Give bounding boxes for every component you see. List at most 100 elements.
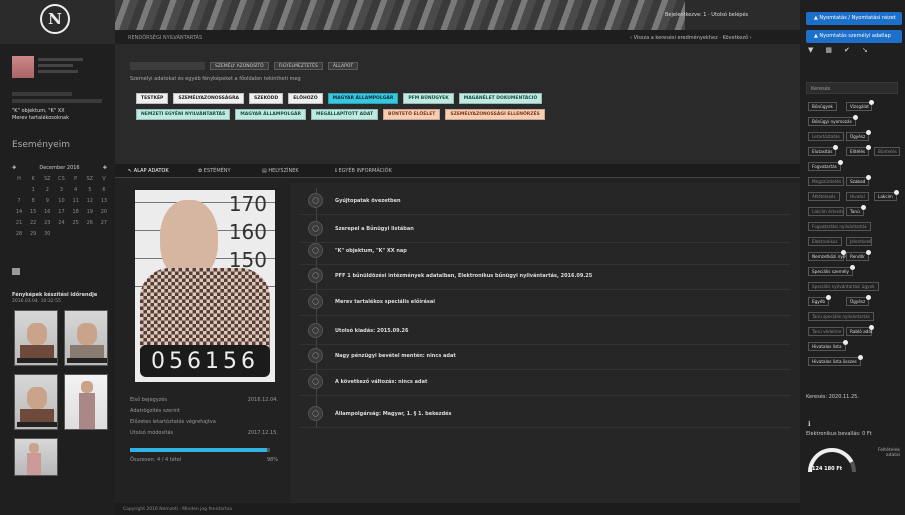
calendar-day[interactable]: 3	[56, 187, 66, 193]
status-tag[interactable]: MEGÁLLAPÍTOTT ADAT	[310, 109, 379, 120]
category-tag[interactable]: Jelentkezés	[846, 237, 872, 246]
calendar-day[interactable]: 27	[99, 220, 109, 226]
calendar-day[interactable]	[71, 231, 81, 237]
tab-basic-data[interactable]: ↖ ALAP ADATOK	[128, 168, 169, 174]
status-tag[interactable]: NEMZETI EGYÉNI NYILVÁNTARTÁS	[136, 109, 231, 120]
check-icon[interactable]: ✔	[844, 46, 850, 54]
tab-other-info[interactable]: ℹ EGYÉB INFORMÁCIÓK	[335, 168, 392, 174]
category-tag[interactable]: Tanú	[846, 205, 866, 216]
category-tag[interactable]: Büntetés	[874, 147, 900, 156]
calendar-day[interactable]	[56, 231, 66, 237]
calendar-day[interactable]: 10	[56, 198, 66, 204]
category-tag[interactable]: Ügyész	[846, 295, 872, 306]
category-tag[interactable]: Speciális személy	[808, 265, 856, 276]
timeline-item[interactable]: ◯ Nagy pénzügyi bevétel mentén: nincs ada…	[308, 348, 456, 363]
tab-events[interactable]: ✿ ESTÉMÉNY	[198, 168, 231, 174]
calendar-day[interactable]: 1	[28, 187, 38, 193]
category-tag[interactable]: Hivatalos lista összes	[808, 355, 863, 366]
category-tag[interactable]: Tanú védelme	[808, 327, 844, 336]
category-tag[interactable]: Ügyész	[846, 130, 872, 141]
print-sheet-button[interactable]: ▲ Nyomtatás személyi adatlap	[806, 30, 902, 43]
category-tag[interactable]: Megszüntetés hivatalból	[808, 177, 844, 186]
category-tag[interactable]: Vizsgálat	[846, 100, 874, 111]
info-icon[interactable]: ℹ	[808, 420, 811, 428]
calendar-day[interactable]: 16	[42, 209, 52, 215]
calendar-day[interactable]: 15	[28, 209, 38, 215]
timeline-item[interactable]: ◯ Utolsó kiadás: 2015.09.26	[308, 323, 408, 338]
info-chip[interactable]: SZEMÉLY AZONOSÍTÓ	[210, 62, 269, 70]
category-tag[interactable]: Fogvatartás	[808, 160, 843, 171]
calendar-day[interactable]: 19	[85, 209, 95, 215]
category-tag[interactable]: Bűnügyi nyomozás	[808, 115, 858, 126]
category-tag[interactable]: Lakcím	[874, 190, 899, 201]
category-tag[interactable]: Áttételezés	[808, 192, 840, 201]
category-tag[interactable]: Hivatal	[846, 192, 869, 201]
calendar-day[interactable]: 22	[28, 220, 38, 226]
calendar-day[interactable]	[85, 231, 95, 237]
calendar-day[interactable]: 30	[42, 231, 52, 237]
status-tag[interactable]: ELŐHOZÓ	[288, 93, 323, 104]
status-tag[interactable]: SZEKÓDD	[249, 93, 284, 104]
calendar-day[interactable]: 6	[99, 187, 109, 193]
category-tag[interactable]: Hivatalos lista	[808, 340, 848, 351]
status-tag[interactable]: SZEMÉLYAZONOSSÁGRA	[173, 93, 245, 104]
info-chip[interactable]: FIGYELMEZTETÉS	[273, 62, 323, 70]
timeline-item[interactable]: ◯ A következő változás: nincs adat	[308, 374, 427, 389]
calendar-day[interactable]: 20	[99, 209, 109, 215]
filter-icon[interactable]: ▼	[808, 46, 813, 54]
calendar-day[interactable]: 11	[71, 198, 81, 204]
status-tag[interactable]: MAGÁNÉLET DOKUMENTÁCIÓ	[458, 93, 543, 104]
calendar-day[interactable]: 29	[28, 231, 38, 237]
status-tag[interactable]: PFM BŰNÜGYEK	[403, 93, 454, 104]
prev-month-icon[interactable]: ✚	[12, 165, 16, 171]
category-tag[interactable]: Elutasítás	[808, 145, 839, 156]
calendar-day[interactable]: 4	[71, 187, 81, 193]
calendar-day[interactable]: 26	[85, 220, 95, 226]
record-navigation[interactable]: ‹ Vissza a keresési eredményekhez · Köve…	[630, 35, 752, 41]
category-tag[interactable]: Tanú speciális nyilvántartás	[808, 312, 874, 321]
category-tag[interactable]: Elítélés	[846, 145, 872, 156]
calendar-day[interactable]: 7	[14, 198, 24, 204]
image-icon[interactable]	[12, 268, 20, 275]
calendar-day[interactable]: 12	[85, 198, 95, 204]
timeline-item[interactable]: ◯ "K" objektum, "K" XX nap	[308, 243, 407, 258]
expand-icon[interactable]: ↘	[862, 46, 868, 54]
calendar-day[interactable]	[14, 187, 24, 193]
calendar-day[interactable]: 2	[42, 187, 52, 193]
user-info[interactable]: Bejelentkezve: 1 · Utolsó belépés	[665, 12, 748, 18]
photo-thumbnail[interactable]	[14, 374, 58, 430]
timeline-item[interactable]: ◯ Merev tartalékos speciális előírásai	[308, 294, 435, 309]
category-tag[interactable]: Elektronikus	[808, 237, 842, 246]
category-tag[interactable]: Szabad	[846, 175, 872, 186]
category-tag[interactable]: Letartóztatás	[808, 132, 844, 141]
print-button[interactable]: ▲ Nyomtatás / Nyomtatási nézet	[806, 12, 902, 25]
calendar-day[interactable]: 9	[42, 198, 52, 204]
calendar-day[interactable]	[99, 231, 109, 237]
conditions-link[interactable]: Feltételek adatai	[872, 448, 900, 458]
calendar-day[interactable]: 14	[14, 209, 24, 215]
status-tag[interactable]: SZEMÉLYAZONOSSÁGI ELLENŐRZÉS	[445, 109, 545, 120]
category-tag[interactable]: Speciális nyilvántartási ügyek	[808, 282, 879, 291]
category-tag[interactable]: Rabló adat	[846, 325, 874, 336]
sidebar-search-input[interactable]: Keresés	[806, 82, 898, 94]
status-tag[interactable]: TESTKÉP	[136, 93, 169, 104]
calendar-day[interactable]: 8	[28, 198, 38, 204]
avatar[interactable]	[12, 56, 34, 78]
category-tag[interactable]: Bűnügyek	[808, 102, 837, 111]
grid-icon[interactable]: ▦	[825, 46, 832, 54]
calendar-day[interactable]: 5	[85, 187, 95, 193]
status-tag[interactable]: MAGYAR ÁLLAMPOLGÁR	[327, 93, 399, 104]
category-tag[interactable]: Rendőr	[846, 250, 871, 261]
app-logo[interactable]: N	[40, 4, 70, 34]
calendar-day[interactable]: 24	[56, 220, 66, 226]
photo-thumbnail[interactable]	[14, 310, 58, 366]
photo-thumbnail[interactable]	[14, 438, 58, 476]
calendar-day[interactable]: 13	[99, 198, 109, 204]
category-tag[interactable]: Nemzetközi nyilvántartás	[808, 250, 865, 261]
calendar-day[interactable]: 21	[14, 220, 24, 226]
calendar-day[interactable]: 18	[71, 209, 81, 215]
info-chip[interactable]: ÁLLAPOT	[327, 62, 359, 70]
category-tag[interactable]: Egyéb	[808, 295, 832, 306]
photo-thumbnail[interactable]	[64, 310, 108, 366]
timeline-item[interactable]: ◯ Gyújtopatak övezetben	[308, 193, 401, 208]
